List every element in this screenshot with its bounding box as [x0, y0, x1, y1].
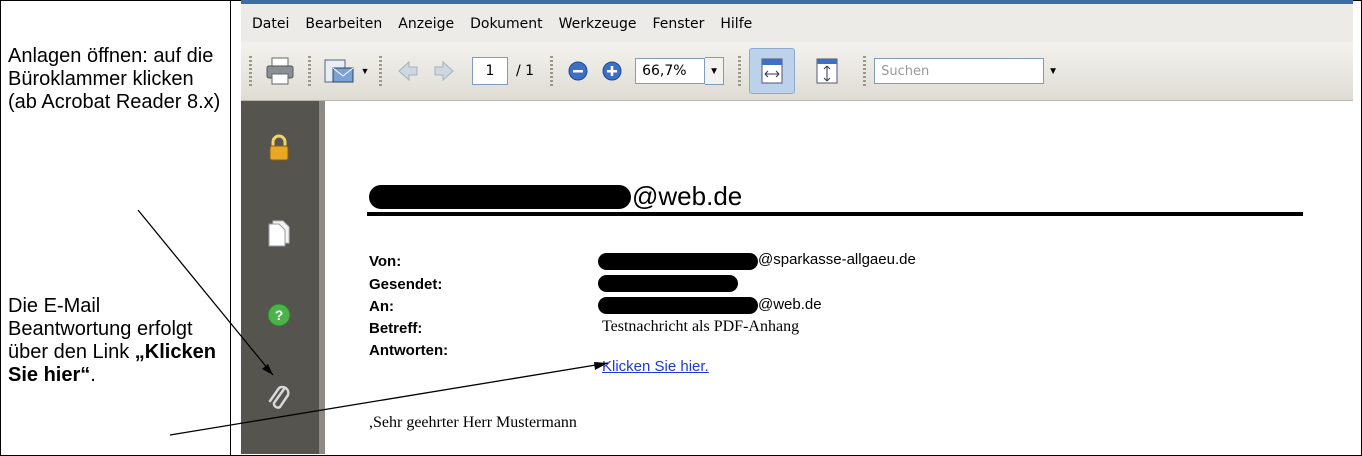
menu-werkzeuge[interactable]: Werkzeuge — [559, 16, 637, 32]
label-sent: Gesendet: — [369, 276, 443, 293]
print-icon[interactable] — [260, 56, 300, 86]
title-bar-edge — [241, 0, 1353, 4]
search-input[interactable]: Suchen — [874, 58, 1045, 84]
chevron-down-icon[interactable]: ▼ — [359, 66, 371, 76]
menu-datei[interactable]: Datei — [252, 16, 289, 32]
toolbar-grip[interactable] — [249, 56, 252, 86]
redaction-bar — [598, 275, 738, 292]
greeting-text: ,Sehr geehrter Herr Mustermann — [369, 414, 577, 431]
fit-page-icon[interactable] — [805, 57, 849, 85]
column-divider — [230, 0, 231, 456]
help-icon[interactable]: ? — [264, 300, 294, 330]
svg-text:?: ? — [275, 307, 284, 323]
menu-hilfe[interactable]: Hilfe — [720, 16, 752, 32]
zoom-dropdown-icon[interactable]: ▼ — [705, 57, 725, 85]
to-domain: @web.de — [758, 296, 822, 313]
page-total: / 1 — [516, 63, 535, 79]
annotation-reply: Die E-Mail Beantwortung erfolgt über den… — [8, 295, 223, 387]
navigation-pane: ? — [241, 101, 319, 454]
page-number-input[interactable]: 1 — [472, 57, 508, 85]
from-domain: @sparkasse-allgaeu.de — [758, 251, 916, 268]
toolbar: ▼ 1 / 1 66,7% ▼ Suchen ▼ — [241, 42, 1353, 101]
label-to: An: — [369, 298, 394, 315]
redaction-bar — [598, 253, 758, 270]
menu-bearbeiten[interactable]: Bearbeiten — [305, 16, 382, 32]
toolbar-grip[interactable] — [863, 56, 867, 86]
fit-width-icon[interactable] — [749, 48, 796, 94]
email-share-icon[interactable] — [319, 56, 359, 86]
annotation-attachments: Anlagen öffnen: auf die Büroklammer klic… — [8, 45, 221, 113]
zoom-in-icon[interactable] — [595, 60, 629, 82]
annotation-reply-suffix: . — [90, 364, 96, 386]
label-from: Von: — [369, 253, 402, 270]
redaction-bar — [598, 297, 758, 314]
menu-dokument[interactable]: Dokument — [470, 16, 543, 32]
toolbar-grip[interactable] — [550, 56, 554, 86]
previous-page-icon[interactable] — [390, 59, 426, 83]
zoom-level-field[interactable]: 66,7% — [635, 58, 706, 84]
toolbar-grip[interactable] — [308, 56, 311, 86]
toolbar-grip[interactable] — [379, 56, 382, 86]
reply-link[interactable]: Klicken Sie hier. — [602, 358, 709, 375]
pdf-page: @web.de Von: Gesendet: An: Betreff: Antw… — [325, 101, 1353, 454]
acrobat-window: Datei Bearbeiten Anzeige Dokument Werkze… — [241, 0, 1353, 454]
menu-anzeige[interactable]: Anzeige — [398, 16, 454, 32]
document-view[interactable]: @web.de Von: Gesendet: An: Betreff: Antw… — [319, 101, 1353, 454]
menu-fenster[interactable]: Fenster — [652, 16, 704, 32]
pages-icon[interactable] — [264, 218, 294, 248]
zoom-out-icon[interactable] — [561, 60, 595, 82]
paperclip-icon[interactable] — [264, 383, 294, 413]
next-page-icon[interactable] — [426, 59, 462, 83]
label-reply: Antworten: — [369, 342, 449, 359]
label-subject: Betreff: — [369, 320, 423, 337]
subject-value: Testnachricht als PDF-Anhang — [602, 318, 800, 335]
email-header-domain: @web.de — [632, 181, 743, 211]
toolbar-grip[interactable] — [738, 56, 742, 86]
menu-bar: Datei Bearbeiten Anzeige Dokument Werkze… — [241, 6, 1353, 42]
header-rule — [367, 212, 1303, 216]
search-dropdown-icon[interactable]: ▼ — [1044, 58, 1062, 84]
redaction-bar — [369, 185, 631, 209]
lock-icon[interactable] — [264, 133, 294, 163]
